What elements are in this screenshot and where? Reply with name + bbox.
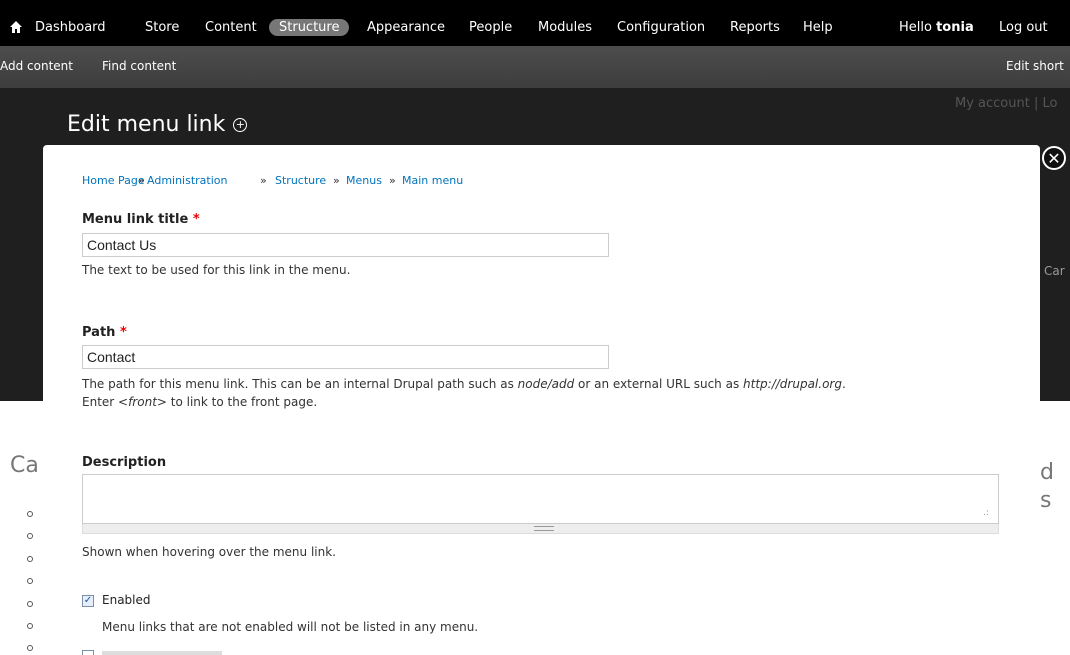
expanded-label-fragment (102, 651, 222, 655)
grip-lines-icon (534, 526, 554, 531)
resize-handle-icon[interactable]: .: (983, 508, 989, 518)
toolbar-store[interactable]: Store (145, 20, 179, 35)
path-description-front: Enter <front> to link to the front page. (82, 394, 317, 411)
enabled-description: Menu links that are not enabled will not… (102, 620, 479, 634)
required-marker: * (192, 212, 200, 227)
breadcrumb-separator: » (260, 174, 267, 187)
toolbar-dashboard[interactable]: Dashboard (35, 20, 106, 35)
bg-bullet (27, 511, 33, 517)
breadcrumb-home[interactable]: Home Page (82, 174, 145, 187)
textarea-grippie[interactable] (82, 524, 999, 534)
description-label: Description (82, 455, 167, 470)
bg-fragment-right-1: d (1040, 460, 1054, 485)
breadcrumb-separator: » (138, 174, 145, 187)
path-label-text: Path (82, 325, 116, 340)
edit-shortcuts-link[interactable]: Edit short (1006, 59, 1064, 73)
path-desc-text: . (841, 377, 846, 391)
greeting-text: Hello (899, 20, 932, 35)
toolbar-configuration[interactable]: Configuration (617, 20, 705, 35)
menu-link-title-label: Menu link title * (82, 212, 200, 227)
path-label: Path * (82, 325, 127, 340)
bg-bullet (27, 578, 33, 584)
toolbar-appearance[interactable]: Appearance (367, 20, 445, 35)
toolbar-reports[interactable]: Reports (730, 20, 780, 35)
shortcut-find-content[interactable]: Find content (102, 59, 176, 73)
path-desc-url-example: http://drupal.org (743, 377, 842, 391)
breadcrumb-separator: » (333, 174, 340, 187)
path-desc-text: to link to the front page. (166, 395, 318, 409)
add-shortcut-icon[interactable]: + (233, 118, 248, 132)
bg-bullet (27, 533, 33, 539)
enabled-checkbox[interactable]: ✓ (82, 595, 94, 607)
expanded-checkbox[interactable] (82, 650, 94, 655)
breadcrumb-menus[interactable]: Menus (346, 174, 382, 187)
admin-toolbar: Dashboard Store Content Structure Appear… (0, 0, 1070, 46)
path-desc-front-example: <front> (118, 395, 167, 409)
breadcrumb-structure[interactable]: Structure (275, 174, 326, 187)
menu-link-title-description: The text to be used for this link in the… (82, 263, 351, 277)
page-title: Edit menu link + (67, 112, 248, 137)
bg-bullet (27, 556, 33, 562)
path-desc-text: or an external URL such as (574, 377, 744, 391)
expanded-label-clip (102, 651, 222, 655)
toolbar-modules[interactable]: Modules (538, 20, 592, 35)
bg-heading-fragment: Ca (10, 453, 39, 478)
enabled-label[interactable]: Enabled (102, 593, 151, 607)
bg-fragment-car: Car (1044, 264, 1065, 278)
required-marker: * (119, 325, 127, 340)
breadcrumb-administration[interactable]: Administration (147, 174, 228, 187)
breadcrumb-main-menu[interactable]: Main menu (402, 174, 463, 187)
bg-bullet (27, 601, 33, 607)
menu-link-title-input[interactable] (82, 233, 609, 257)
path-input[interactable] (82, 345, 609, 369)
path-desc-text: Enter (82, 395, 119, 409)
description-help: Shown when hovering over the menu link. (82, 545, 336, 559)
toolbar-structure[interactable]: Structure (269, 19, 350, 36)
path-desc-node-example: node/add (517, 377, 575, 391)
toolbar-help[interactable]: Help (803, 20, 833, 35)
account-links: My account | Lo (955, 96, 1058, 111)
logout-link[interactable]: Log out (999, 20, 1048, 35)
close-overlay-button[interactable]: ✕ (1042, 146, 1066, 170)
description-textarea[interactable] (82, 474, 999, 524)
toolbar-people[interactable]: People (469, 20, 512, 35)
bg-bullet (27, 645, 33, 651)
bg-fragment-right-2: s (1040, 488, 1052, 513)
bg-bullet (27, 623, 33, 629)
breadcrumb-separator: » (389, 174, 396, 187)
menu-link-title-label-text: Menu link title (82, 212, 189, 227)
shortcut-add-content[interactable]: Add content (0, 59, 73, 73)
path-description: The path for this menu link. This can be… (82, 376, 846, 393)
page-title-text: Edit menu link (67, 112, 226, 137)
path-desc-text: The path for this menu link. This can be… (82, 377, 518, 391)
username-link[interactable]: tonia (936, 20, 974, 35)
user-greeting: Hello tonia (899, 20, 974, 35)
toolbar-content[interactable]: Content (205, 20, 257, 35)
home-icon[interactable] (9, 19, 23, 35)
